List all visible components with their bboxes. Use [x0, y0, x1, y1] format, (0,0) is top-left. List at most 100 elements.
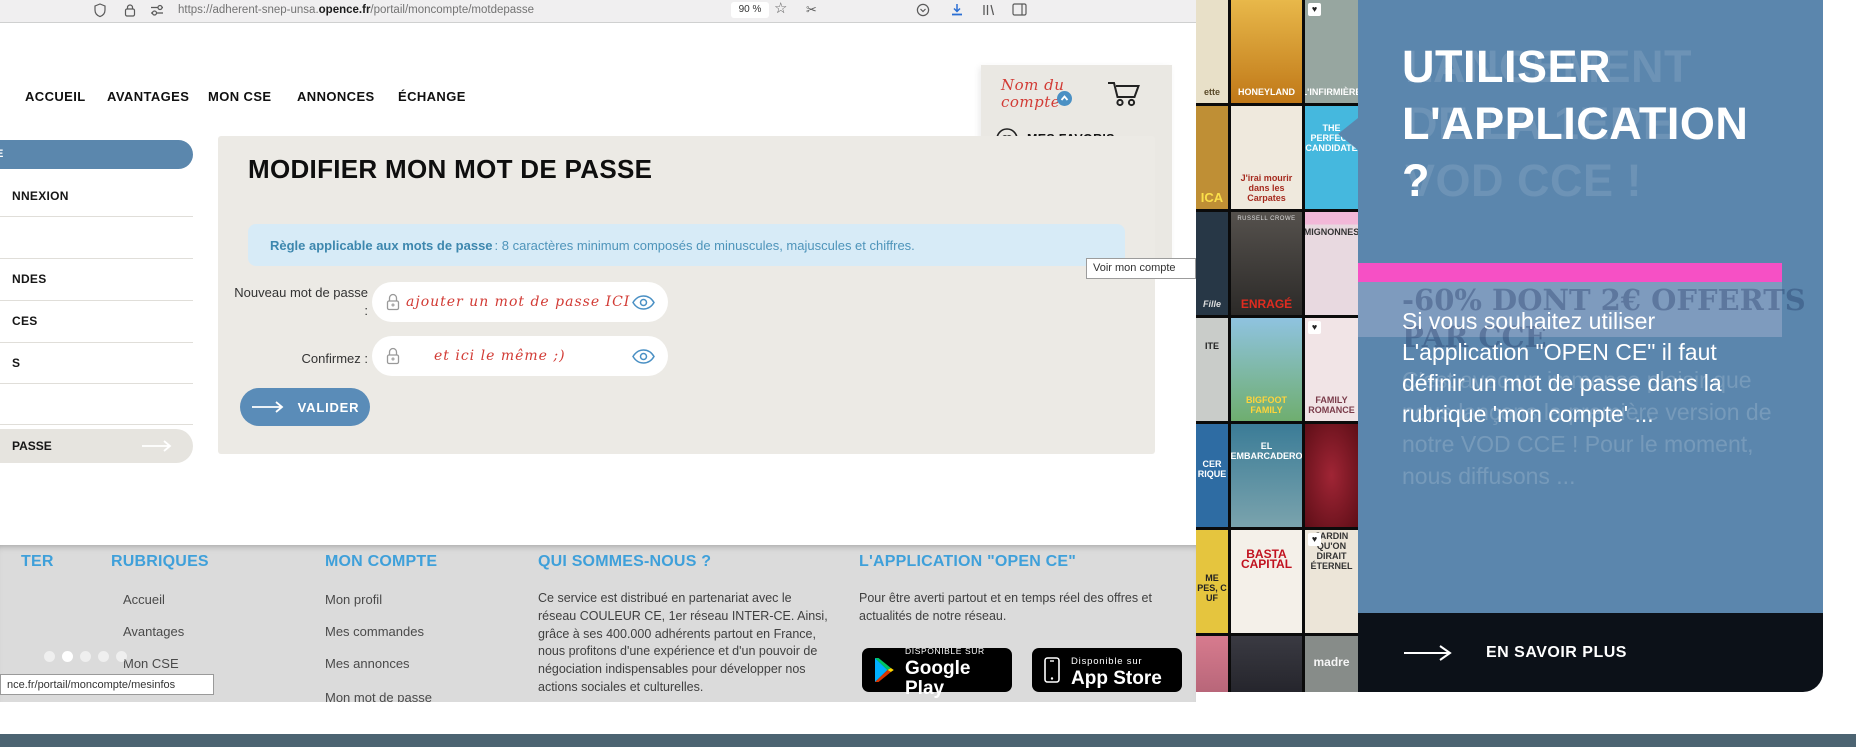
- nav-avantages[interactable]: AVANTAGES: [107, 89, 189, 104]
- new-password-label: Nouveau mot de passe :: [234, 285, 368, 318]
- footer-link-mon-cse[interactable]: Mon CSE: [123, 656, 179, 671]
- carousel-dot[interactable]: [80, 651, 91, 662]
- movie-poster[interactable]: ICA: [1196, 106, 1228, 209]
- movie-poster[interactable]: ette: [1196, 0, 1228, 103]
- carousel-dots: [44, 651, 127, 662]
- movie-poster[interactable]: CER RIQUE: [1196, 424, 1228, 527]
- divider: [0, 258, 193, 259]
- movie-poster[interactable]: RUSSELL CROWE ENRAGÉ: [1231, 212, 1302, 315]
- movie-poster[interactable]: J'irai mourir dans les Carpates: [1231, 106, 1302, 209]
- movie-poster[interactable]: ITE: [1196, 318, 1228, 421]
- movie-poster[interactable]: HONEYLAND: [1231, 0, 1302, 103]
- nav-accueil[interactable]: ACCUEIL: [25, 89, 86, 104]
- carousel-dot[interactable]: [98, 651, 109, 662]
- url-prefix: https://adherent-snep-unsa.: [178, 4, 319, 16]
- divider: [0, 342, 193, 343]
- download-icon[interactable]: [950, 3, 964, 17]
- footer-qui-sommes-nous-title: QUI SOMMES-NOUS ?: [538, 553, 712, 570]
- badge-top-label: DISPONIBLE SUR: [905, 646, 985, 656]
- new-password-input[interactable]: ajouter un mot de passe ICI: [372, 282, 668, 322]
- vod-poster-collage: ette HONEYLAND ♥L'INFIRMIÈRE ICA J'irai …: [1196, 0, 1358, 692]
- footer-link-avantages[interactable]: Avantages: [123, 624, 184, 639]
- footer-link-mes-annonces[interactable]: Mes annonces: [325, 656, 410, 671]
- movie-poster[interactable]: ♥DANS UN JARDIN QU'ON DIRAIT ÉTERNEL: [1305, 530, 1358, 633]
- movie-poster[interactable]: [1196, 636, 1228, 692]
- sidebar-item-connexion[interactable]: NNEXION: [12, 189, 69, 203]
- footer-link-mon-profil[interactable]: Mon profil: [325, 592, 382, 607]
- confirm-password-placeholder: et ici le même ;): [434, 348, 566, 364]
- sidebar-item-commandes[interactable]: NDES: [12, 272, 47, 286]
- confirm-password-input[interactable]: et ici le même ;): [372, 336, 668, 376]
- chevron-up-icon[interactable]: [1057, 91, 1072, 106]
- shield-icon[interactable]: [93, 3, 107, 18]
- apple-phone-icon: [1042, 656, 1062, 684]
- confirm-password-label: Confirmez :: [301, 351, 368, 366]
- en-savoir-plus-button[interactable]: EN SAVOIR PLUS: [1358, 613, 1823, 692]
- submit-label: VALIDER: [297, 399, 360, 415]
- url-bar[interactable]: https://adherent-snep-unsa.opence.fr/por…: [178, 4, 534, 16]
- cta-label: EN SAVOIR PLUS: [1486, 643, 1627, 661]
- movie-poster[interactable]: BIGFOOT FAMILY: [1231, 318, 1302, 421]
- library-icon[interactable]: [982, 3, 997, 17]
- carousel-dot-active[interactable]: [62, 651, 73, 662]
- screenshot-icon[interactable]: ✂: [806, 2, 817, 17]
- nav-annonces[interactable]: ANNONCES: [297, 89, 375, 104]
- sidebar-item-mot-de-passe[interactable]: PASSE: [0, 429, 193, 463]
- bookmark-star-icon[interactable]: ☆: [774, 1, 787, 16]
- cart-icon[interactable]: [1105, 77, 1143, 109]
- screenshot-stage: https://adherent-snep-unsa.opence.fr/por…: [0, 0, 1856, 747]
- password-rule-box: Règle applicable aux mots de passe : 8 c…: [248, 224, 1125, 266]
- divider: [0, 424, 193, 425]
- movie-poster[interactable]: EL EMBARCADERO: [1231, 424, 1302, 527]
- bottom-taskbar-strip: [0, 734, 1856, 747]
- divider: [0, 383, 193, 384]
- movie-poster[interactable]: MIGNONNES: [1305, 212, 1358, 315]
- lock-icon: [386, 347, 400, 365]
- pink-accent-bar: [1358, 263, 1782, 282]
- badge-top-label: Disponible sur: [1071, 656, 1143, 667]
- rule-text: : 8 caractères minimum composés de minus…: [494, 237, 915, 253]
- pocket-icon[interactable]: [916, 3, 930, 17]
- google-play-icon: [872, 657, 896, 683]
- app-store-badge[interactable]: Disponible sur App Store: [1032, 648, 1182, 692]
- favorite-icon[interactable]: ♥: [1308, 3, 1321, 16]
- sidebar-item[interactable]: S: [12, 356, 20, 370]
- password-form-card: MODIFIER MON MOT DE PASSE Règle applicab…: [218, 136, 1155, 454]
- favorite-icon[interactable]: ♥: [1308, 321, 1321, 334]
- footer-link-accueil[interactable]: Accueil: [123, 592, 165, 607]
- badge-bottom-label: Google Play: [905, 658, 971, 699]
- eye-icon[interactable]: [632, 294, 655, 310]
- footer-link-mes-commandes[interactable]: Mes commandes: [325, 624, 424, 639]
- carousel-dot[interactable]: [116, 651, 127, 662]
- nav-mon-cse[interactable]: MON CSE: [208, 89, 271, 104]
- movie-poster[interactable]: ♥ FAMILY ROMANCE: [1305, 318, 1358, 421]
- lock-icon: [386, 293, 400, 311]
- footer-link-mon-mot-de-passe[interactable]: Mon mot de passe: [325, 690, 432, 702]
- eye-icon[interactable]: [632, 348, 655, 364]
- sidebar-toggle-icon[interactable]: [1012, 3, 1027, 16]
- badge-bottom-label: App Store: [1071, 668, 1162, 689]
- google-play-badge[interactable]: DISPONIBLE SUR Google Play: [862, 646, 1012, 699]
- zoom-level-badge[interactable]: 90 %: [731, 2, 769, 18]
- rule-label: Règle applicable aux mots de passe: [270, 237, 493, 253]
- browser-toolbar: https://adherent-snep-unsa.opence.fr/por…: [0, 0, 1196, 23]
- movie-poster[interactable]: ♥L'INFIRMIÈRE: [1305, 0, 1358, 103]
- url-path: /portail/moncompte/motdepasse: [370, 4, 535, 16]
- submit-button[interactable]: VALIDER: [240, 388, 370, 426]
- sidebar-item-annonces[interactable]: CES: [12, 314, 38, 328]
- nav-echange[interactable]: ÉCHANGE: [398, 89, 466, 104]
- permissions-icon[interactable]: [150, 3, 165, 17]
- new-password-placeholder: ajouter un mot de passe ICI: [406, 294, 631, 310]
- lock-icon[interactable]: [124, 3, 136, 18]
- movie-poster[interactable]: Fille: [1196, 212, 1228, 315]
- movie-poster[interactable]: madre: [1305, 636, 1358, 692]
- movie-poster[interactable]: BASTA CAPITAL: [1231, 530, 1302, 633]
- footer-application-title: L'APPLICATION "OPEN CE": [859, 553, 1077, 570]
- movie-poster[interactable]: IP MAN 4: [1231, 636, 1302, 692]
- movie-poster[interactable]: ME PES, C UF: [1196, 530, 1228, 633]
- sidebar-item-active-top[interactable]: E: [0, 140, 193, 169]
- movie-poster[interactable]: [1305, 424, 1358, 527]
- panel-pointer: [1338, 118, 1358, 150]
- carousel-dot[interactable]: [44, 651, 55, 662]
- favorite-icon[interactable]: ♥: [1308, 533, 1321, 546]
